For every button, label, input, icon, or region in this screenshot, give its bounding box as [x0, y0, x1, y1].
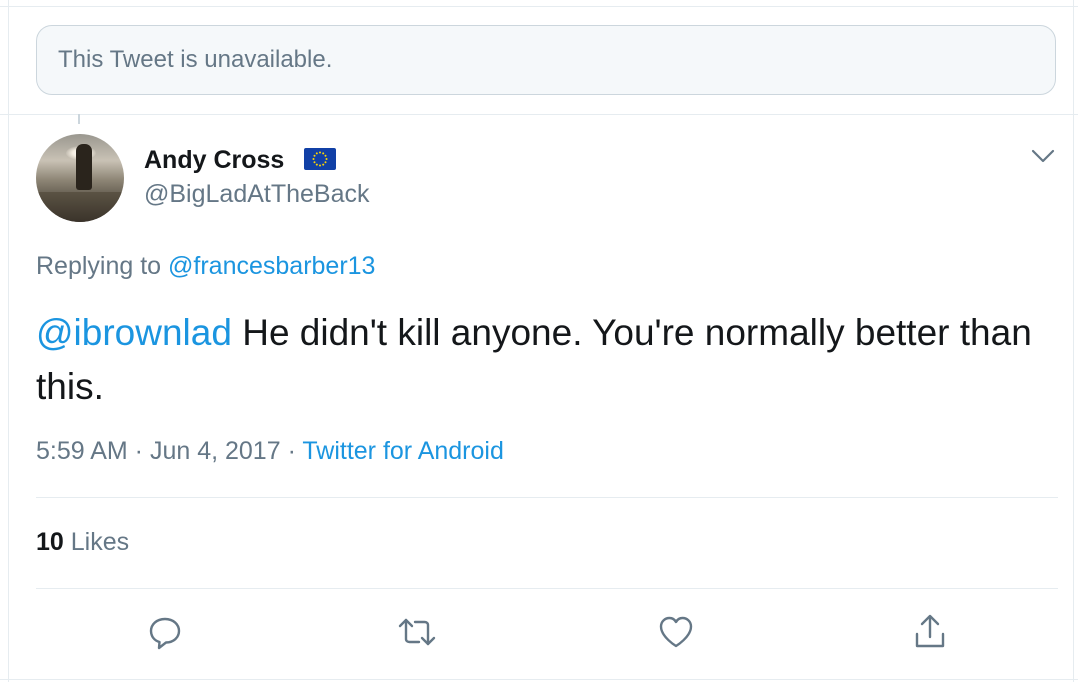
likes-stat[interactable]: 10 Likes	[36, 528, 129, 557]
likes-count: 10	[36, 528, 64, 556]
thread-connector-line	[78, 114, 80, 124]
tweet-page: This Tweet is unavailable. Andy Cross @B…	[0, 0, 1078, 682]
tweet-meta: 5:59 AM · Jun 4, 2017 · Twitter for Andr…	[36, 437, 504, 466]
replying-to: Replying to @francesbarber13	[36, 252, 375, 281]
author-name[interactable]: Andy Cross	[144, 146, 284, 175]
unavailable-tweet-text: This Tweet is unavailable.	[58, 46, 333, 73]
mention-link[interactable]: @ibrownlad	[36, 312, 232, 353]
top-divider	[0, 6, 1078, 7]
bottom-divider	[0, 679, 1078, 680]
left-border	[8, 0, 9, 682]
likes-label: Likes	[63, 528, 130, 556]
eu-stars	[312, 151, 328, 167]
like-icon[interactable]	[656, 612, 696, 652]
meta-separator: ·	[280, 437, 303, 465]
author-handle[interactable]: @BigLadAtTheBack	[144, 180, 370, 209]
unavailable-tweet-card: This Tweet is unavailable.	[36, 25, 1056, 95]
tweet-text: @ibrownlad He didn't kill anyone. You're…	[36, 306, 1046, 414]
stats-top-divider	[36, 497, 1058, 498]
right-border	[1073, 0, 1074, 682]
avatar[interactable]	[36, 134, 124, 222]
tweet-date[interactable]: Jun 4, 2017	[150, 437, 281, 465]
reply-icon[interactable]	[145, 612, 185, 652]
replying-to-label: Replying to	[36, 252, 169, 280]
avatar-figure	[76, 144, 92, 190]
retweet-icon[interactable]	[397, 612, 437, 652]
eu-flag-icon	[304, 148, 336, 170]
reply-target-link[interactable]: @francesbarber13	[168, 252, 375, 280]
stats-bottom-divider	[36, 588, 1058, 589]
avatar-ground	[36, 192, 124, 222]
tweet-time[interactable]: 5:59 AM	[36, 437, 128, 465]
section-divider	[0, 114, 1078, 115]
share-icon[interactable]	[910, 612, 950, 652]
meta-separator: ·	[127, 437, 150, 465]
tweet-source-link[interactable]: Twitter for Android	[302, 437, 503, 465]
chevron-down-icon[interactable]	[1030, 146, 1056, 166]
